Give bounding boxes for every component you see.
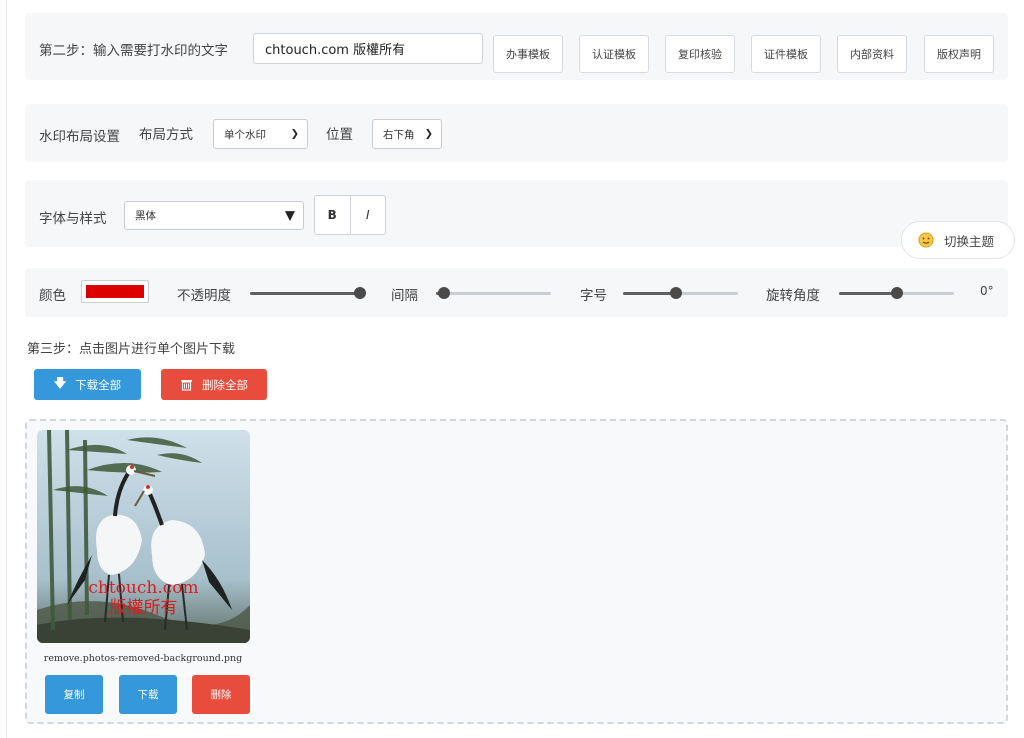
position-select[interactable]: 右下角 ❯ [372, 119, 442, 149]
theme-toggle-label: 切换主题 [944, 233, 995, 249]
slider-fill [250, 292, 360, 295]
position-value: 右下角 [383, 128, 415, 141]
color-swatch-fill [86, 285, 144, 298]
template-button-copyright[interactable]: 版权声明 [924, 35, 994, 73]
opacity-label: 不透明度 [177, 288, 231, 304]
watermark-line-1: chtouch.com [88, 578, 199, 598]
layout-panel: 水印布局设置 布局方式 单个水印 ❯ 位置 右下角 ❯ [25, 104, 1008, 162]
template-button-certify[interactable]: 认证模板 [579, 35, 649, 73]
slider-fill [839, 292, 897, 295]
color-label: 颜色 [39, 288, 66, 304]
download-button[interactable]: 下载 [119, 675, 177, 714]
chevron-down-icon: ❯ [424, 128, 433, 140]
layout-label: 水印布局设置 [39, 129, 120, 145]
template-button-id[interactable]: 证件模板 [751, 35, 821, 73]
font-family-value: 黑体 [135, 210, 156, 222]
step2-label: 第二步：输入需要打水印的文字 [39, 43, 228, 59]
trash-icon [181, 380, 192, 391]
rotation-label: 旋转角度 [766, 288, 820, 304]
slider-handle[interactable] [669, 287, 682, 299]
rotation-slider[interactable] [839, 287, 954, 299]
slider-handle[interactable] [354, 287, 366, 299]
slider-handle[interactable] [890, 287, 903, 299]
style-panel: 颜色 不透明度 间隔 字号 旋转角度 0° [25, 268, 1008, 317]
step2-panel: 第二步：输入需要打水印的文字 办事模板 认证模板 复印核验 证件模板 内部资料 … [25, 13, 1008, 80]
caret-down-icon: ▼ [285, 208, 295, 223]
font-panel: 字体与样式 黑体 ▼ B I [25, 180, 1008, 247]
italic-button[interactable]: I [351, 196, 386, 234]
fontsize-slider[interactable] [623, 287, 738, 299]
position-label: 位置 [326, 127, 353, 143]
layout-mode-label: 布局方式 [139, 127, 193, 143]
template-button-office[interactable]: 办事模板 [493, 35, 563, 73]
delete-button[interactable]: 删除 [192, 675, 250, 714]
font-style-label: 字体与样式 [39, 211, 107, 227]
watermark-text-input[interactable] [253, 33, 483, 64]
watermarked-image[interactable]: chtouch.com 版權所有 [37, 430, 250, 643]
watermark-overlay: chtouch.com 版權所有 [37, 578, 250, 618]
layout-mode-select[interactable]: 单个水印 ❯ [213, 119, 308, 149]
opacity-slider[interactable] [250, 287, 366, 299]
delete-all-button[interactable]: 删除全部 [161, 369, 267, 400]
theme-toggle-button[interactable]: 切换主题 [901, 221, 1015, 259]
color-picker[interactable] [81, 280, 149, 303]
spacing-slider[interactable] [436, 287, 551, 299]
font-family-select[interactable]: 黑体 ▼ [124, 201, 304, 230]
slider-handle[interactable] [438, 287, 451, 299]
delete-all-label: 删除全部 [202, 377, 248, 392]
copy-button[interactable]: 复制 [45, 675, 103, 714]
image-filename: remove.photos-removed-background.png [43, 653, 243, 664]
watermark-line-2: 版權所有 [109, 598, 178, 618]
page-left-border [6, 0, 7, 738]
spacing-label: 间隔 [391, 288, 418, 304]
fontsize-label: 字号 [580, 288, 607, 304]
template-button-internal[interactable]: 内部资料 [837, 35, 907, 73]
rotation-readout: 0° [980, 284, 994, 298]
result-dropzone: chtouch.com 版權所有 remove.photos-removed-b… [25, 419, 1008, 724]
smiley-icon [918, 232, 934, 248]
layout-mode-value: 单个水印 [224, 128, 266, 141]
download-all-button[interactable]: 🡇 下载全部 [34, 369, 141, 400]
bold-button[interactable]: B [315, 196, 351, 234]
slider-fill [623, 292, 676, 295]
text-style-group: B I [314, 195, 386, 235]
template-button-copy-verify[interactable]: 复印核验 [665, 35, 735, 73]
step3-label: 第三步：点击图片进行单个图片下载 [27, 342, 236, 357]
chevron-down-icon: ❯ [290, 128, 299, 140]
download-arrow-icon: 🡇 [53, 376, 67, 390]
download-all-label: 下载全部 [75, 377, 122, 392]
